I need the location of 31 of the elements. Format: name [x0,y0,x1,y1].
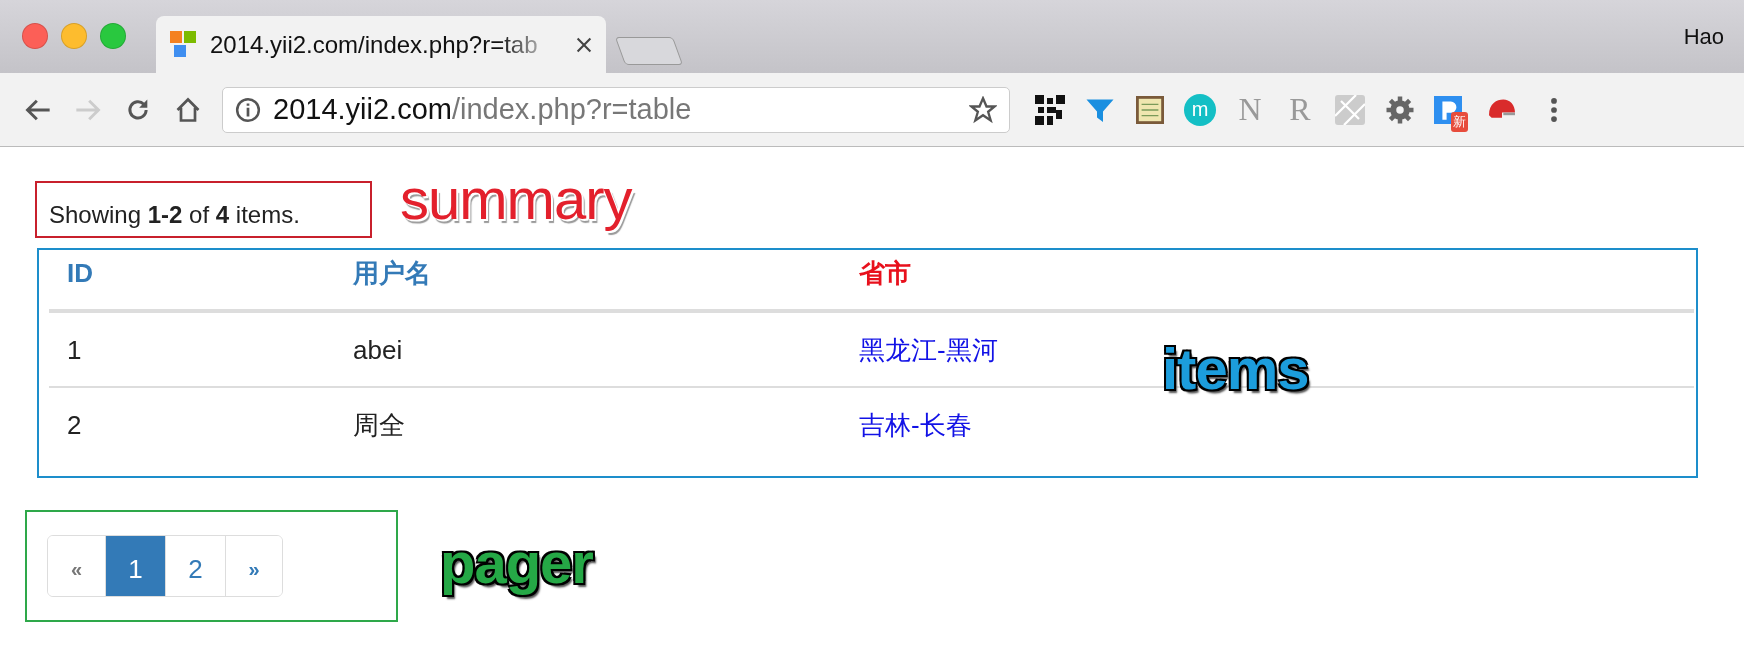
favicon-icon [170,30,196,59]
table-cell: 2 [49,387,335,461]
close-tab-icon[interactable] [576,36,592,53]
browser-tab[interactable]: 2014.yii2.com/index.php?r=tab [156,16,606,73]
table-cell: abei [335,311,841,387]
url-host: 2014.yii2.com [273,93,452,125]
info-icon[interactable] [235,96,261,123]
extension-icon[interactable]: R [1284,91,1316,128]
region-link[interactable]: 吉林-长春 [859,410,972,440]
tab-title: 2014.yii2.com/index.php?r=tab [210,30,538,59]
profile-name[interactable]: Hao [1683,24,1724,50]
column-header[interactable]: 用户名 [335,250,841,311]
close-window-button[interactable] [22,22,48,49]
bookmark-star-icon[interactable] [969,95,997,124]
page-button[interactable]: 1 [105,536,165,596]
summary-text: Showing 1-2 of 4 items. [35,181,372,238]
next-page-button[interactable]: » [225,536,282,596]
notepad-icon[interactable] [1134,93,1166,126]
table-cell: 1 [49,311,335,387]
address-bar[interactable]: 2014.yii2.com/index.php?r=table [222,86,1010,133]
new-badge: 新 [1451,111,1468,132]
annotation-label: summary [400,165,632,232]
qr-code-icon[interactable] [1034,93,1066,126]
table-cell: 周全 [335,387,841,461]
url-path: /index.php?r=table [451,93,692,125]
column-header[interactable]: 省市 [841,250,1694,311]
extension-icon[interactable]: N [1234,91,1266,128]
column-header[interactable]: ID [49,250,335,311]
annotation-label: items [1162,335,1309,402]
annotation-label: pager [440,529,593,596]
region-link[interactable]: 黑龙江-黑河 [859,335,998,365]
